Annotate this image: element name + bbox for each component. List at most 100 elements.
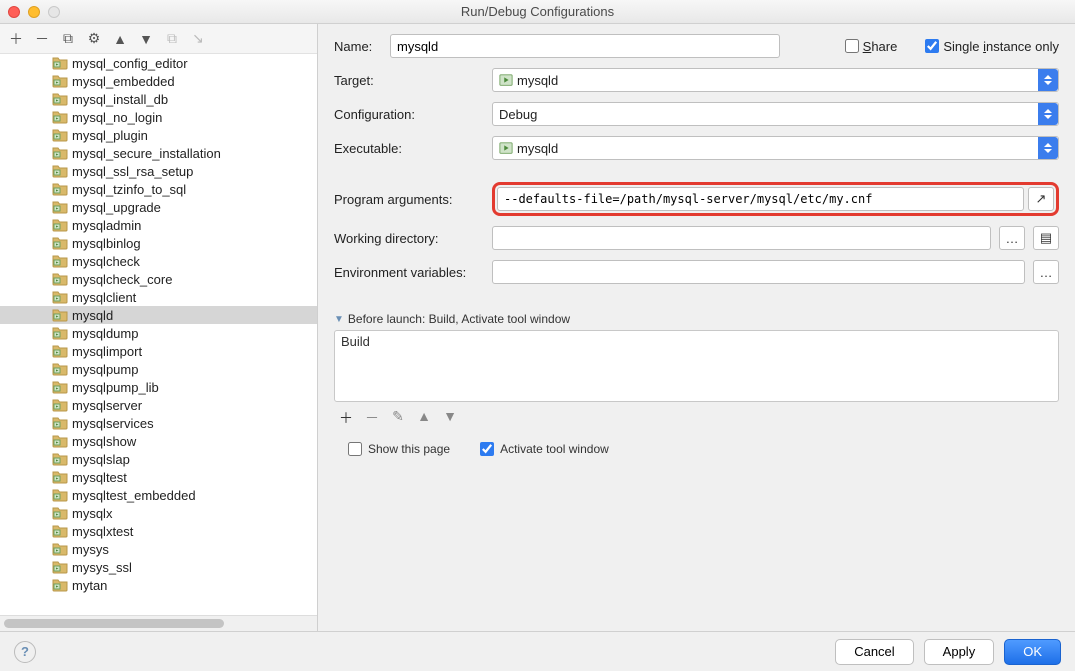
tree-item-mysqlimport[interactable]: mysqlimport — [0, 342, 317, 360]
before-launch-section: ▼ Before launch: Build, Activate tool wi… — [334, 312, 1059, 456]
program-arguments-highlight: ↗ — [492, 182, 1059, 216]
tree-item-mysqlx[interactable]: mysqlx — [0, 504, 317, 522]
tree-item-label: mysqlserver — [72, 398, 142, 413]
single-instance-checkbox[interactable] — [925, 39, 939, 53]
expand-arguments-button[interactable]: ↗ — [1028, 187, 1054, 211]
working-directory-label: Working directory: — [334, 231, 484, 246]
tree-item-mysqladmin[interactable]: mysqladmin — [0, 216, 317, 234]
tree-item-label: mysqlpump_lib — [72, 380, 159, 395]
configuration-value: Debug — [499, 107, 537, 122]
show-this-page-label: Show this page — [368, 442, 450, 456]
tree-item-mysys_ssl[interactable]: mysys_ssl — [0, 558, 317, 576]
dropdown-arrow-icon — [1038, 137, 1058, 159]
bl-edit-icon[interactable]: ✎ — [390, 408, 406, 428]
ok-button[interactable]: OK — [1004, 639, 1061, 665]
tree-item-label: mysql_plugin — [72, 128, 148, 143]
config-form-panel: Name: Share Single instance only Target:… — [318, 24, 1075, 631]
tree-item-mysql_no_login[interactable]: mysql_no_login — [0, 108, 317, 126]
target-icon — [499, 73, 513, 87]
expand-working-dir-button[interactable]: ▤ — [1033, 226, 1059, 250]
target-value: mysqld — [517, 73, 558, 88]
tree-item-mysql_embedded[interactable]: mysql_embedded — [0, 72, 317, 90]
bl-add-icon[interactable]: ＋ — [338, 408, 354, 428]
activate-tool-window-label: Activate tool window — [500, 442, 609, 456]
browse-working-dir-button[interactable]: … — [999, 226, 1025, 250]
executable-icon — [499, 141, 513, 155]
tree-item-mysqlcheck[interactable]: mysqlcheck — [0, 252, 317, 270]
expand-icon[interactable]: ↘ — [190, 31, 206, 47]
tree-item-mysql_install_db[interactable]: mysql_install_db — [0, 90, 317, 108]
configuration-select[interactable]: Debug — [492, 102, 1059, 126]
add-config-icon[interactable]: ＋ — [8, 31, 24, 47]
executable-value: mysqld — [517, 141, 558, 156]
tree-item-mysqltest[interactable]: mysqltest — [0, 468, 317, 486]
tree-item-label: mysqlbinlog — [72, 236, 141, 251]
tree-item-mysql_upgrade[interactable]: mysql_upgrade — [0, 198, 317, 216]
tree-item-mysqlshow[interactable]: mysqlshow — [0, 432, 317, 450]
bl-up-icon[interactable]: ▲ — [416, 408, 432, 428]
bl-remove-icon[interactable]: － — [364, 408, 380, 428]
cancel-button[interactable]: Cancel — [835, 639, 913, 665]
before-launch-list[interactable]: Build — [334, 330, 1059, 402]
tree-item-mysqlxtest[interactable]: mysqlxtest — [0, 522, 317, 540]
tree-item-label: mysql_secure_installation — [72, 146, 221, 161]
tree-item-label: mysql_no_login — [72, 110, 162, 125]
tree-item-mytan[interactable]: mytan — [0, 576, 317, 594]
scrollbar-thumb[interactable] — [4, 619, 224, 628]
move-down-icon[interactable]: ▼ — [138, 31, 154, 47]
tree-item-label: mysqlx — [72, 506, 112, 521]
tree-item-label: mysqlcheck — [72, 254, 140, 269]
target-select[interactable]: mysqld — [492, 68, 1059, 92]
horizontal-scrollbar[interactable] — [0, 615, 317, 631]
tree-item-label: mysqltest_embedded — [72, 488, 196, 503]
move-up-icon[interactable]: ▲ — [112, 31, 128, 47]
before-launch-item[interactable]: Build — [341, 334, 1052, 349]
tree-item-mysqlservices[interactable]: mysqlservices — [0, 414, 317, 432]
tree-item-mysqlserver[interactable]: mysqlserver — [0, 396, 317, 414]
program-arguments-input[interactable] — [497, 187, 1024, 211]
collapse-icon[interactable]: ▼ — [334, 314, 344, 325]
tree-item-mysqlclient[interactable]: mysqlclient — [0, 288, 317, 306]
show-this-page-checkbox[interactable] — [348, 442, 362, 456]
tree-item-label: mysql_upgrade — [72, 200, 161, 215]
tree-item-mysqlbinlog[interactable]: mysqlbinlog — [0, 234, 317, 252]
tree-item-mysql_tzinfo_to_sql[interactable]: mysql_tzinfo_to_sql — [0, 180, 317, 198]
browse-env-vars-button[interactable]: … — [1033, 260, 1059, 284]
tree-item-mysqldump[interactable]: mysqldump — [0, 324, 317, 342]
activate-tool-window-checkbox[interactable] — [480, 442, 494, 456]
share-checkbox[interactable] — [845, 39, 859, 53]
tree-item-mysql_ssl_rsa_setup[interactable]: mysql_ssl_rsa_setup — [0, 162, 317, 180]
tree-item-mysqlslap[interactable]: mysqlslap — [0, 450, 317, 468]
tree-item-mysqld[interactable]: mysqld — [0, 306, 317, 324]
bl-down-icon[interactable]: ▼ — [442, 408, 458, 428]
tree-item-label: mysqlimport — [72, 344, 142, 359]
tree-item-label: mysys_ssl — [72, 560, 132, 575]
tree-item-mysqlpump_lib[interactable]: mysqlpump_lib — [0, 378, 317, 396]
tree-item-label: mysql_embedded — [72, 74, 175, 89]
tree-item-mysql_config_editor[interactable]: mysql_config_editor — [0, 54, 317, 72]
apply-button[interactable]: Apply — [924, 639, 995, 665]
help-button[interactable]: ? — [14, 641, 36, 663]
tree-item-mysql_plugin[interactable]: mysql_plugin — [0, 126, 317, 144]
config-tree[interactable]: mysql_config_editor mysql_embeddedmysql_i… — [0, 54, 317, 615]
tree-item-mysqltest_embedded[interactable]: mysqltest_embedded — [0, 486, 317, 504]
tree-item-label: mysql_ssl_rsa_setup — [72, 164, 193, 179]
dropdown-arrow-icon — [1038, 69, 1058, 91]
executable-select[interactable]: mysqld — [492, 136, 1059, 160]
tree-item-label: mysqlservices — [72, 416, 154, 431]
tree-item-mysql_secure_installation[interactable]: mysql_secure_installation — [0, 144, 317, 162]
save-defaults-icon[interactable]: ⧉ — [164, 31, 180, 47]
tree-item-label: mysys — [72, 542, 109, 557]
settings-icon[interactable]: ⚙ — [86, 31, 102, 47]
tree-item-label: mysqld — [72, 308, 113, 323]
env-vars-input[interactable] — [492, 260, 1025, 284]
copy-config-icon[interactable]: ⧉ — [60, 31, 76, 47]
tree-item-mysqlpump[interactable]: mysqlpump — [0, 360, 317, 378]
remove-config-icon[interactable]: － — [34, 31, 50, 47]
working-directory-input[interactable] — [492, 226, 991, 250]
dropdown-arrow-icon — [1038, 103, 1058, 125]
tree-item-mysys[interactable]: mysys — [0, 540, 317, 558]
tree-item-mysqlcheck_core[interactable]: mysqlcheck_core — [0, 270, 317, 288]
tree-item-label: mytan — [72, 578, 107, 593]
name-input[interactable] — [390, 34, 780, 58]
